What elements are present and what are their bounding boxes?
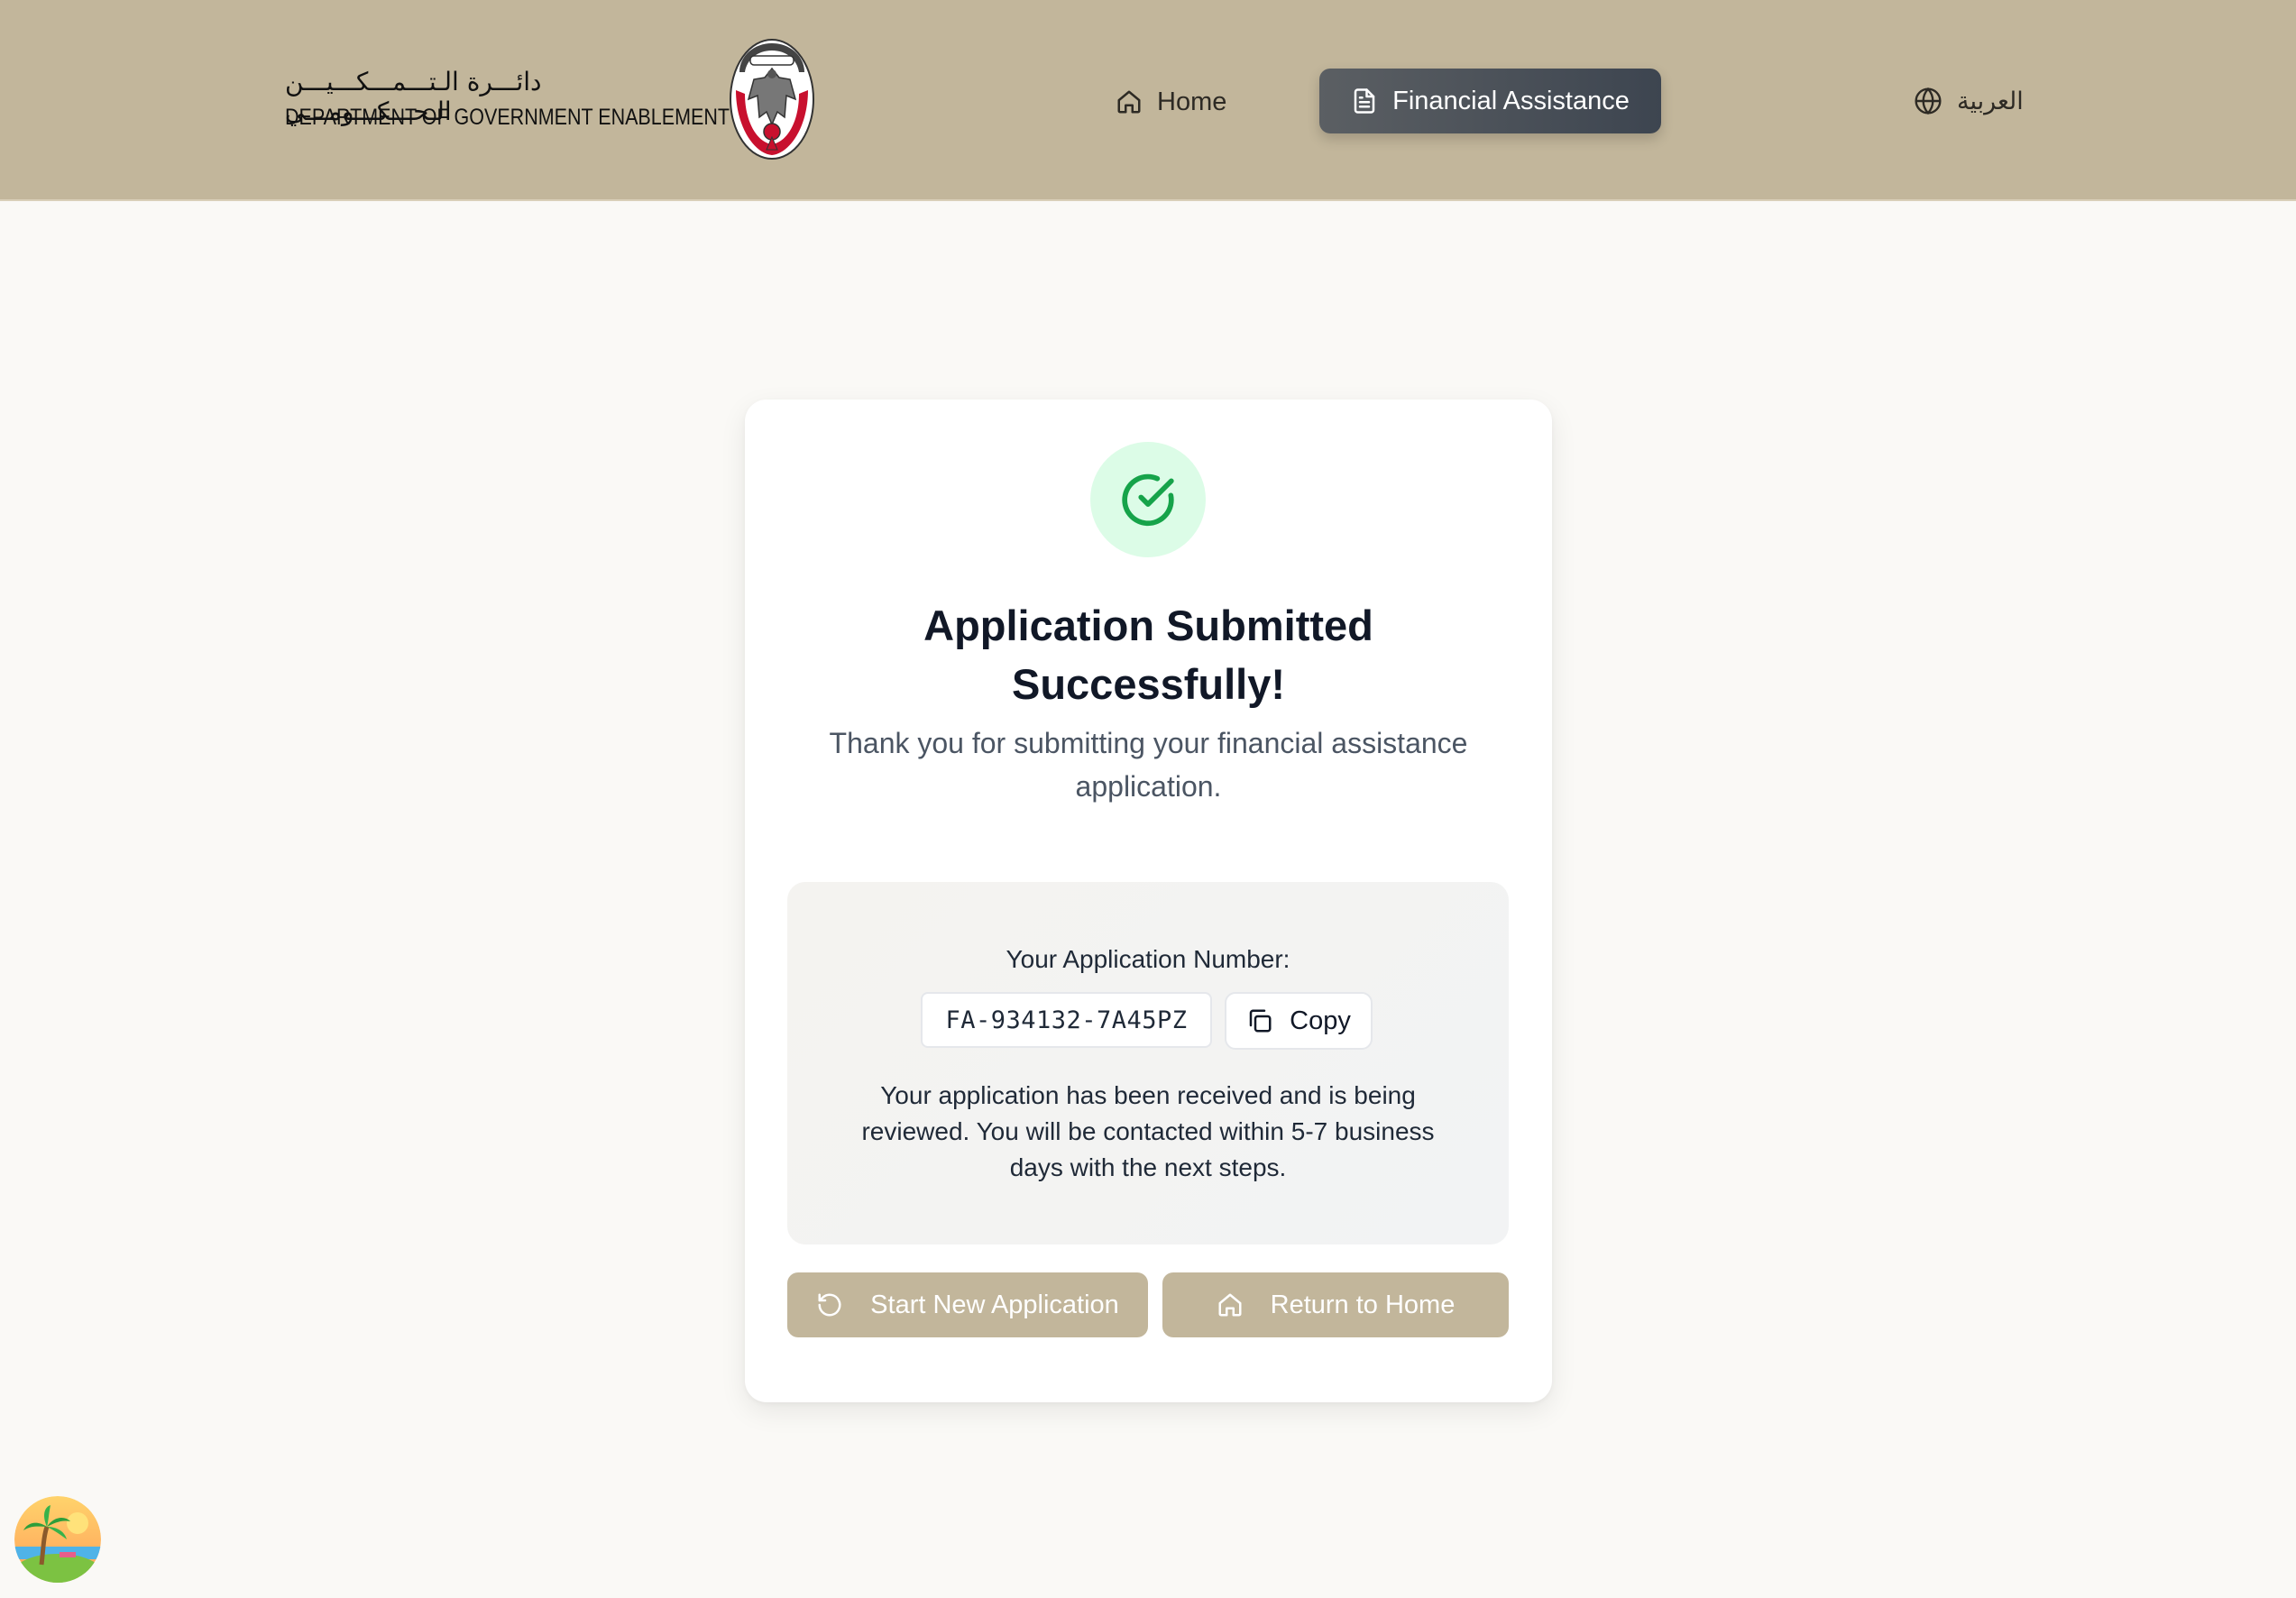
nav-financial-assistance-label: Financial Assistance: [1392, 86, 1630, 115]
application-number-label: Your Application Number:: [1006, 945, 1290, 973]
copy-button[interactable]: Copy: [1225, 992, 1373, 1050]
return-to-home-label: Return to Home: [1270, 1290, 1456, 1319]
page-title: Application Submitted Successfully!: [923, 602, 1373, 708]
application-number-value[interactable]: FA-934132-7A45PZ: [921, 992, 1212, 1048]
start-new-application-label: Start New Application: [870, 1290, 1119, 1319]
success-badge: [1090, 442, 1206, 557]
document-icon: [1354, 88, 1375, 114]
logo-english-text: DEPARTMENT OF GOVERNMENT ENABLEMENT: [285, 105, 730, 130]
application-status-message: Your application has been received and i…: [861, 1081, 1435, 1181]
home-icon: [1218, 1293, 1242, 1317]
copy-button-label: Copy: [1290, 1006, 1351, 1035]
page-subtitle: Thank you for submitting your financial …: [829, 727, 1468, 803]
home-icon: [1117, 90, 1141, 114]
nav-financial-assistance-tab[interactable]: Financial Assistance: [1319, 69, 1661, 133]
success-card: Application Submitted Successfully! Than…: [745, 400, 1552, 1402]
nav-home-label: Home: [1157, 87, 1227, 116]
start-new-application-button[interactable]: Start New Application: [787, 1272, 1148, 1337]
check-circle-icon: [1122, 473, 1174, 527]
top-header: دائـــرة الـتـــمـــكـــيـــن الـحـــكــ…: [0, 0, 2296, 201]
department-logo[interactable]: دائـــرة الـتـــمـــكـــيـــن الـحـــكــ…: [285, 36, 826, 162]
palm-tree-icon: [14, 1496, 101, 1583]
return-to-home-button[interactable]: Return to Home: [1162, 1272, 1509, 1337]
beach-widget-icon[interactable]: [14, 1496, 101, 1583]
falcon-emblem-icon: [730, 39, 814, 160]
language-switch[interactable]: العربية: [1914, 78, 2040, 124]
refresh-icon: [818, 1293, 841, 1317]
language-label: العربية: [1957, 87, 2024, 115]
application-number-panel: Your Application Number: FA-934132-7A45P…: [787, 882, 1509, 1244]
copy-icon: [1249, 1009, 1272, 1033]
globe-icon: [1915, 87, 1942, 115]
nav-home-link[interactable]: Home: [1116, 72, 1242, 132]
